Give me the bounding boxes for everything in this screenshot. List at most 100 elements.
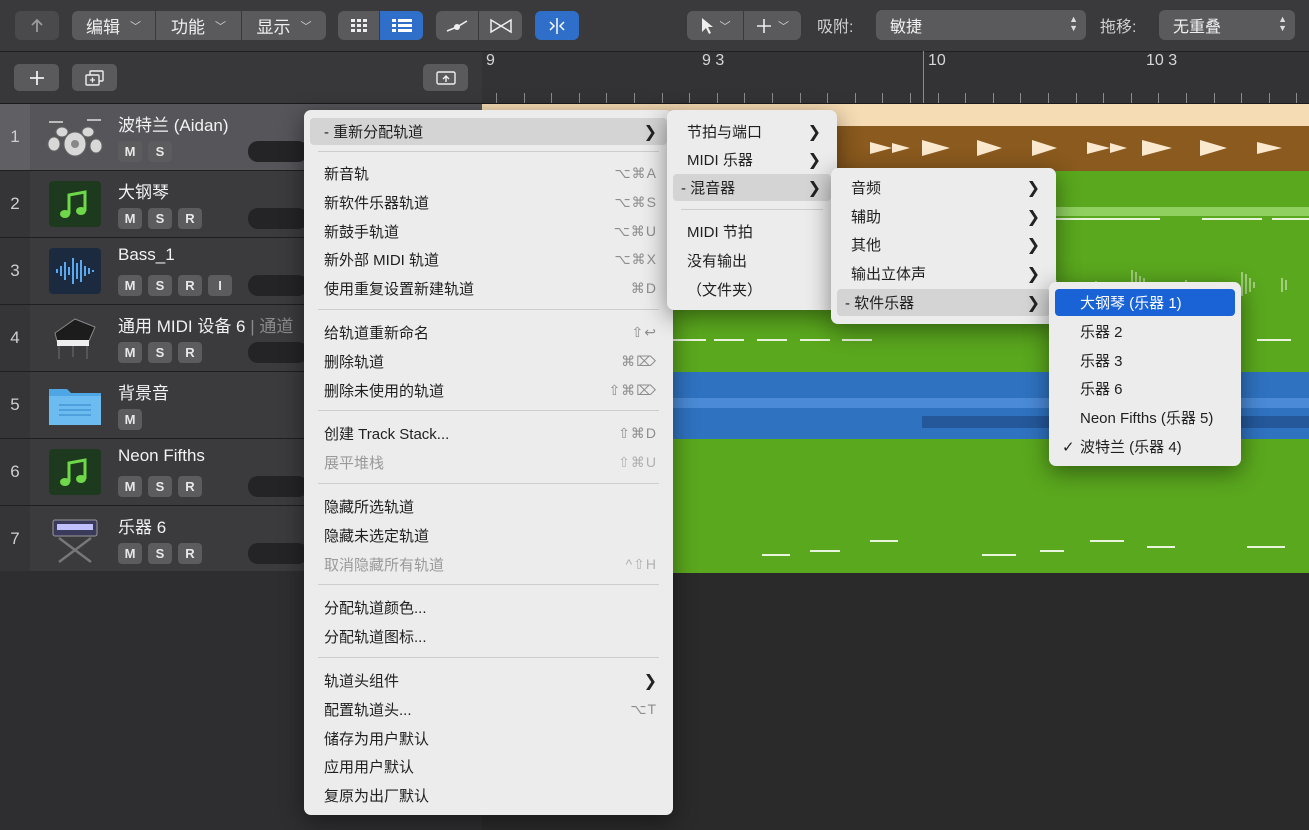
ruler-minor-tick [496,93,497,103]
submenu-label: - 软件乐器 [845,295,915,312]
submenu-item-no-output[interactable]: 没有输出 [673,247,831,274]
snap-label: 吸附: [817,19,854,36]
ruler-minor-tick [910,93,911,103]
record-enable-button[interactable]: R [178,208,202,229]
chevron-down-icon: ﹀ [300,20,312,33]
submenu-item-output-stereo[interactable]: 输出立体声 ❯ [837,260,1050,287]
mute-button[interactable]: M [118,543,142,564]
volume-slider[interactable] [248,275,308,296]
automation-segment [436,11,522,40]
context-menu-item[interactable]: 分配轨道图标... [310,623,667,650]
submenu-item-midi-instruments[interactable]: MIDI 乐器 ❯ [673,146,831,173]
music-note-icon [46,447,104,497]
mute-button[interactable]: M [118,409,142,430]
collapse-icon[interactable] [423,64,468,91]
context-menu-item[interactable]: 新音轨 ⌥⌘A [310,160,667,187]
functions-menu-button[interactable]: 功能 ﹀ [156,11,242,40]
mute-button[interactable]: M [118,141,142,162]
keyboard-shortcut: ⌘⌦ [621,352,657,369]
track-number: 5 [0,372,30,438]
track-number: 7 [0,506,30,572]
volume-slider[interactable] [248,543,308,564]
edit-menu-button[interactable]: 编辑 ﹀ [72,11,156,40]
context-menu-item[interactable]: 储存为用户默认 [310,725,667,752]
context-menu-item[interactable]: 给轨道重新命名 ⇧↩ [310,319,667,346]
mute-button[interactable]: M [118,476,142,497]
context-menu-item[interactable]: 配置轨道头... ⌥T [310,696,667,723]
snap-select[interactable]: 敏捷 ▲ ▼ [876,10,1086,40]
drag-select[interactable]: 无重叠 ▲ ▼ [1159,10,1295,40]
context-menu-item[interactable]: 创建 Track Stack... ⇧⌘D [310,420,667,447]
ruler-minor-tick [965,93,967,103]
submenu-item-tempo-ports[interactable]: 节拍与端口 ❯ [673,118,831,145]
instrument-item[interactable]: 乐器 2 [1055,318,1235,345]
add-track-icon[interactable] [14,64,59,91]
grid-view-icon[interactable] [338,11,380,40]
solo-button[interactable]: S [148,275,172,296]
midi-note [870,540,898,542]
submenu-item-folder[interactable]: （文件夹） [673,276,831,303]
instrument-item[interactable]: 大钢琴 (乐器 1) [1055,289,1235,316]
instrument-item[interactable]: Neon Fifths (乐器 5) [1055,404,1235,431]
solo-button[interactable]: S [148,476,172,497]
record-enable-button[interactable]: R [178,342,202,363]
context-menu-item[interactable]: 分配轨道颜色... [310,594,667,621]
record-enable-button[interactable]: R [178,275,202,296]
context-menu-item[interactable]: 应用用户默认 [310,753,667,780]
submenu-item-midi-click[interactable]: MIDI 节拍 [673,218,831,245]
solo-button[interactable]: S [148,208,172,229]
solo-button[interactable]: S [148,141,172,162]
context-menu-item[interactable]: 轨道头组件 ❯ [310,667,667,694]
input-monitor-button[interactable]: I [208,275,232,296]
crosshair-tool-icon[interactable]: ﹀ [744,11,801,40]
submenu-item-software-instrument[interactable]: - 软件乐器 ❯ [837,289,1050,316]
submenu-item-mixer[interactable]: - 混音器 ❯ [673,174,831,201]
volume-slider[interactable] [248,141,308,162]
record-enable-button[interactable]: R [178,476,202,497]
context-menu-item[interactable]: 使用重复设置新建轨道 ⌘D [310,275,667,302]
mute-button[interactable]: M [118,208,142,229]
submenu-item-audio[interactable]: 音频 ❯ [837,174,1050,201]
menu-item-label: 隐藏未选定轨道 [324,527,430,545]
reassign-track-item[interactable]: - 重新分配轨道 ❯ [310,118,667,145]
volume-slider[interactable] [248,476,308,497]
instrument-item[interactable]: ✓ 波特兰 (乐器 4) [1055,433,1235,460]
ruler-bar-label: 10 3 [1146,52,1178,69]
ruler-minor-tick [551,93,553,103]
context-menu-item[interactable]: 新软件乐器轨道 ⌥⌘S [310,189,667,216]
volume-slider[interactable] [248,342,308,363]
context-menu-item: 展平堆栈 ⇧⌘U [310,449,667,476]
menu-item-label: 分配轨道颜色... [324,600,427,618]
back-arrow-icon[interactable] [15,11,59,40]
mute-button[interactable]: M [118,275,142,296]
context-menu-item[interactable]: 隐藏未选定轨道 [310,522,667,549]
solo-button[interactable]: S [148,543,172,564]
submenu-item-aux[interactable]: 辅助 ❯ [837,203,1050,230]
ruler-minor-tick [1020,93,1022,103]
instrument-item[interactable]: 乐器 3 [1055,347,1235,374]
context-menu-item[interactable]: 删除轨道 ⌘⌦ [310,348,667,375]
context-menu-item[interactable]: 隐藏所选轨道 [310,493,667,520]
context-menu-item[interactable]: 删除未使用的轨道 ⇧⌘⌦ [310,377,667,404]
solo-button[interactable]: S [148,342,172,363]
context-menu-item[interactable]: 新外部 MIDI 轨道 ⌥⌘X [310,246,667,273]
volume-slider[interactable] [248,208,308,229]
record-enable-button[interactable]: R [178,543,202,564]
view-menu-button[interactable]: 显示 ﹀ [242,11,326,40]
context-menu-item[interactable]: 复原为出厂默认 [310,782,667,809]
bar-ruler[interactable]: 9 9 3 10 10 3 [482,51,1309,104]
automation-icon[interactable] [436,11,479,40]
menu-separator [318,657,659,658]
tracks-view-icon[interactable] [380,11,423,40]
keyboard-shortcut: ⌥⌘U [613,222,657,239]
duplicate-track-icon[interactable] [72,64,117,91]
submenu-item-other[interactable]: 其他 ❯ [837,231,1050,258]
context-menu-item[interactable]: 新鼓手轨道 ⌥⌘U [310,218,667,245]
mute-button[interactable]: M [118,342,142,363]
catch-playhead-icon[interactable] [535,11,579,40]
flex-icon[interactable] [479,11,522,40]
instrument-item[interactable]: 乐器 6 [1055,375,1235,402]
chevron-right-icon: ❯ [1026,294,1040,312]
snap-value: 敏捷 [890,19,923,36]
pointer-tool-icon[interactable]: ﹀ [687,11,744,40]
